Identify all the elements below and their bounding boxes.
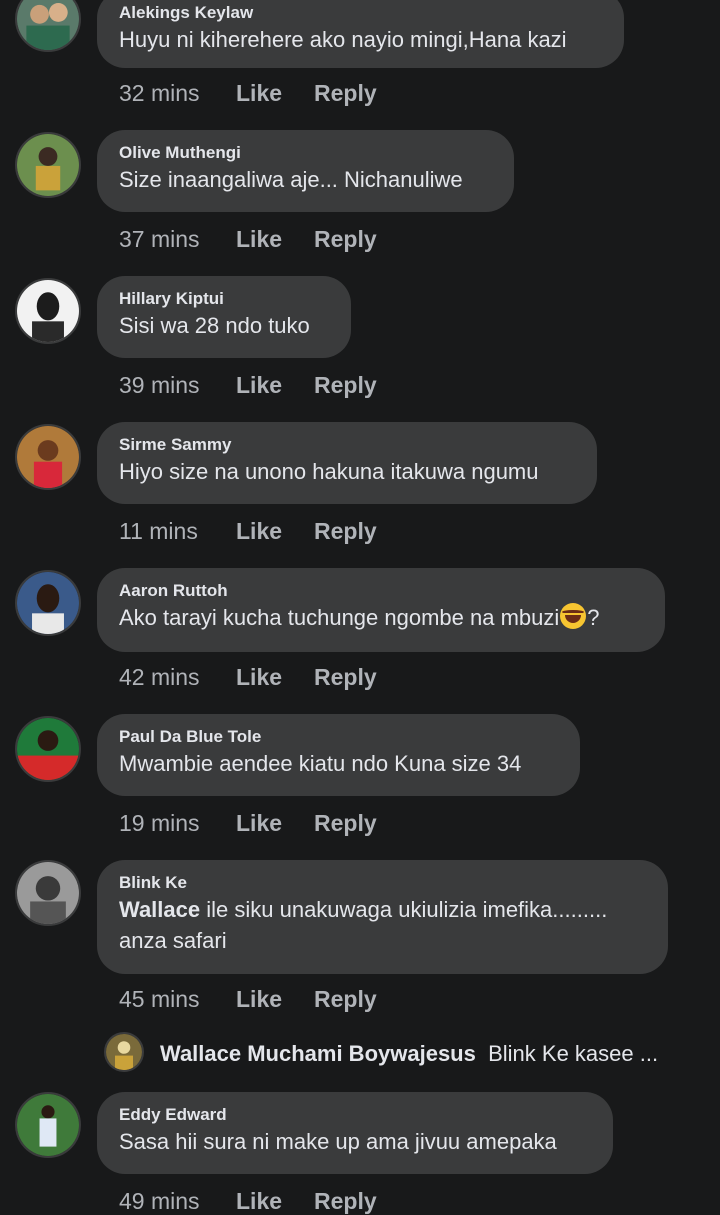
like-button[interactable]: Like	[236, 518, 314, 545]
comment-author[interactable]: Olive Muthengi	[119, 142, 492, 164]
comment-time[interactable]: 49 mins	[119, 1188, 236, 1215]
avatar[interactable]	[15, 1092, 81, 1158]
reply-button[interactable]: Reply	[314, 1188, 377, 1215]
reply-button[interactable]: Reply	[314, 986, 377, 1013]
comment-time[interactable]: 45 mins	[119, 986, 236, 1013]
comment-actions: 37 mins Like Reply	[119, 226, 377, 253]
avatar[interactable]	[15, 716, 81, 782]
comment-author[interactable]: Blink Ke	[119, 872, 646, 894]
reply-button[interactable]: Reply	[314, 372, 377, 399]
comment-author[interactable]: Hillary Kiptui	[119, 288, 329, 310]
reply-preview[interactable]: Wallace Muchami Boywajesus Blink Ke kase…	[104, 1032, 704, 1072]
avatar[interactable]	[15, 278, 81, 344]
comment-text: Hiyo size na unono hakuna itakuwa ngumu	[119, 459, 539, 484]
comment-time[interactable]: 42 mins	[119, 664, 236, 691]
comment-text: Sasa hii sura ni make up ama jivuu amepa…	[119, 1129, 557, 1154]
comment-time[interactable]: 39 mins	[119, 372, 236, 399]
comment-actions: 49 mins Like Reply	[119, 1188, 377, 1215]
avatar[interactable]	[15, 860, 81, 926]
comment-actions: 45 mins Like Reply	[119, 986, 377, 1013]
mention-link[interactable]: Wallace	[119, 897, 200, 922]
reply-preview-text: Wallace Muchami Boywajesus Blink Ke kase…	[160, 1041, 658, 1067]
like-button[interactable]: Like	[236, 986, 314, 1013]
reply-body: Blink Ke kasee ...	[488, 1041, 659, 1066]
comment-text: Huyu ni kiherehere ako nayio mingi,Hana …	[119, 27, 567, 52]
like-button[interactable]: Like	[236, 80, 314, 107]
comment-author[interactable]: Eddy Edward	[119, 1104, 591, 1126]
like-button[interactable]: Like	[236, 372, 314, 399]
reply-button[interactable]: Reply	[314, 518, 377, 545]
comment-bubble: Alekings Keylaw Huyu ni kiherehere ako n…	[97, 0, 624, 68]
avatar[interactable]	[15, 132, 81, 198]
joy-emoji-icon	[560, 603, 587, 629]
like-button[interactable]: Like	[236, 664, 314, 691]
comment-text-line2: anza safari	[119, 928, 227, 953]
comment-author[interactable]: Aaron Ruttoh	[119, 580, 643, 602]
reply-button[interactable]: Reply	[314, 810, 377, 837]
avatar[interactable]	[104, 1032, 144, 1072]
comment-bubble: Eddy Edward Sasa hii sura ni make up ama…	[97, 1092, 613, 1174]
comment-text: Wallace ile siku unakuwaga ukiulizia ime…	[119, 897, 608, 922]
comment-author[interactable]: Alekings Keylaw	[119, 2, 602, 24]
comment-author[interactable]: Sirme Sammy	[119, 434, 575, 456]
comment-actions: 19 mins Like Reply	[119, 810, 377, 837]
reply-button[interactable]: Reply	[314, 226, 377, 253]
comment-actions: 42 mins Like Reply	[119, 664, 377, 691]
comment-author[interactable]: Paul Da Blue Tole	[119, 726, 558, 748]
comment-bubble: Aaron Ruttoh Ako tarayi kucha tuchunge n…	[97, 568, 665, 652]
comment-actions: 11 mins Like Reply	[119, 518, 377, 545]
comment-actions: 32 mins Like Reply	[119, 80, 377, 107]
comment-bubble: Sirme Sammy Hiyo size na unono hakuna it…	[97, 422, 597, 504]
like-button[interactable]: Like	[236, 226, 314, 253]
comment-text: Ako tarayi kucha tuchunge ngombe na mbuz…	[119, 603, 600, 630]
comment-text: Size inaangaliwa aje... Nichanuliwe	[119, 167, 463, 192]
comment-time[interactable]: 37 mins	[119, 226, 236, 253]
like-button[interactable]: Like	[236, 810, 314, 837]
comment-time[interactable]: 19 mins	[119, 810, 236, 837]
comment-time[interactable]: 11 mins	[119, 518, 236, 545]
like-button[interactable]: Like	[236, 1188, 314, 1215]
comment-text: Mwambie aendee kiatu ndo Kuna size 34	[119, 751, 522, 776]
reply-button[interactable]: Reply	[314, 80, 377, 107]
reply-button[interactable]: Reply	[314, 664, 377, 691]
comment-bubble: Olive Muthengi Size inaangaliwa aje... N…	[97, 130, 514, 212]
comment-text: Sisi wa 28 ndo tuko	[119, 313, 310, 338]
comment-actions: 39 mins Like Reply	[119, 372, 377, 399]
avatar[interactable]	[15, 0, 81, 52]
avatar[interactable]	[15, 424, 81, 490]
comment-bubble: Paul Da Blue Tole Mwambie aendee kiatu n…	[97, 714, 580, 796]
reply-author[interactable]: Wallace Muchami Boywajesus	[160, 1041, 476, 1066]
comment-time[interactable]: 32 mins	[119, 80, 236, 107]
comment-bubble: Hillary Kiptui Sisi wa 28 ndo tuko	[97, 276, 351, 358]
comment-bubble: Blink Ke Wallace ile siku unakuwaga ukiu…	[97, 860, 668, 974]
avatar[interactable]	[15, 570, 81, 636]
